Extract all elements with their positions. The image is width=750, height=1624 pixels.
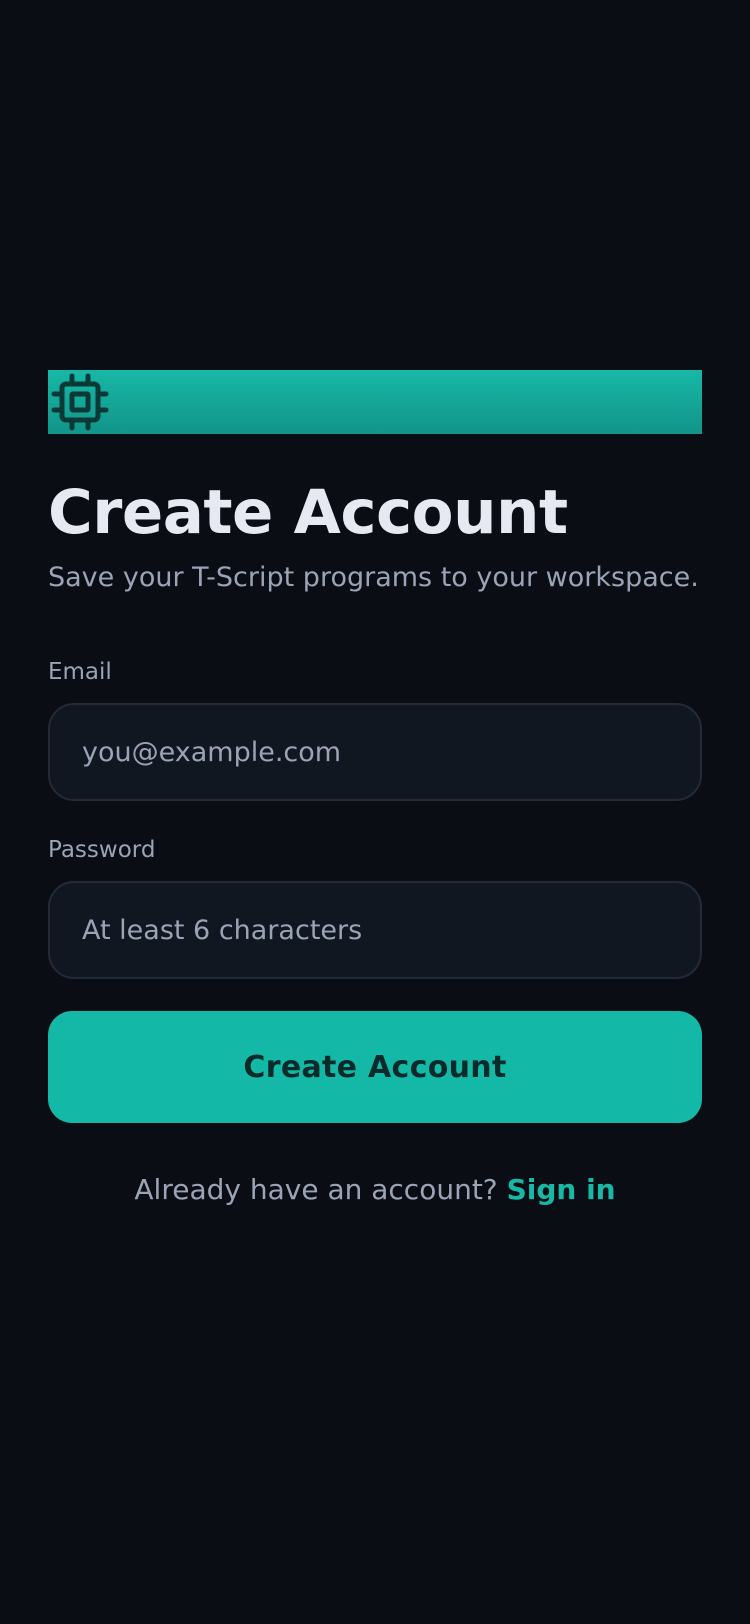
- page-title: Create Account: [48, 477, 568, 548]
- page-subtitle: Save your T-Script programs to your work…: [48, 562, 699, 594]
- password-input[interactable]: [48, 881, 702, 980]
- email-label: Email: [48, 659, 112, 686]
- cpu-chip-icon: [51, 373, 109, 431]
- brand-banner: [48, 370, 702, 434]
- email-input[interactable]: [48, 703, 702, 802]
- signup-card: Create Account Save your T-Script progra…: [48, 370, 702, 1206]
- create-account-button[interactable]: Create Account: [48, 1011, 702, 1124]
- password-label: Password: [48, 837, 156, 864]
- signin-prompt-text: Already have an account?: [134, 1173, 507, 1207]
- signin-prompt-row: Already have an account? Sign in: [48, 1173, 702, 1206]
- sign-in-link[interactable]: Sign in: [507, 1173, 616, 1206]
